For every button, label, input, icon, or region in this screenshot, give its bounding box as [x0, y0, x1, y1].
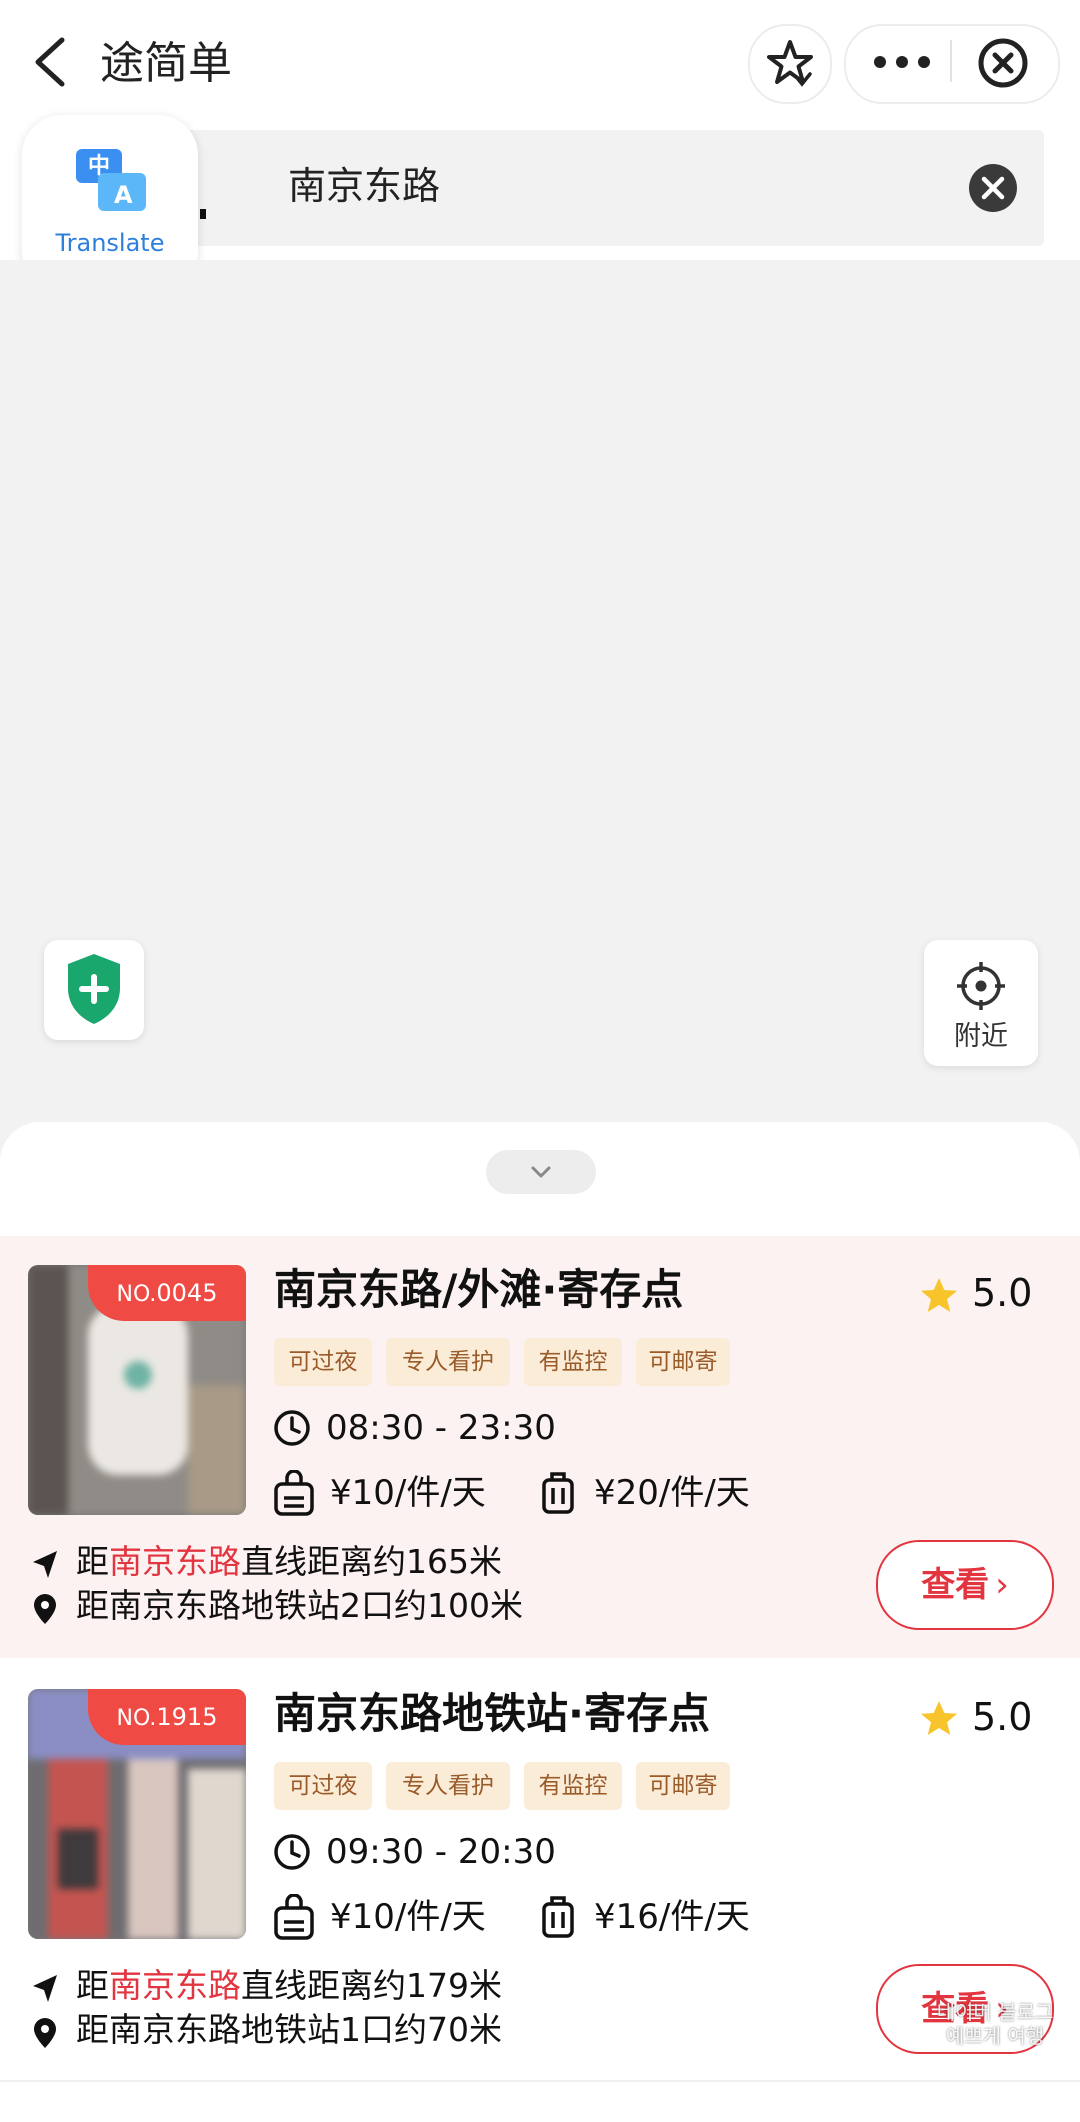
page-title: 途简单: [100, 38, 232, 89]
backpack-icon: [274, 1470, 314, 1516]
collapse-sheet-button[interactable]: [486, 1150, 596, 1194]
close-circle-icon: [978, 38, 1028, 88]
safety-button[interactable]: [44, 940, 144, 1040]
clock-icon: [274, 1410, 310, 1446]
distance-text: 距南京东路直线距离约165米: [76, 1538, 502, 1586]
rating-star-icon: [921, 1278, 957, 1312]
back-arrow-icon: [35, 37, 65, 87]
badge-prefix: NO.: [116, 1282, 157, 1307]
tag-overnight: 可过夜: [274, 1338, 372, 1386]
search-query-text[interactable]: 南京东路: [288, 158, 440, 214]
view-button-label: 查看: [921, 1565, 990, 1605]
badge-number: 1915: [156, 1703, 218, 1731]
nearby-label: 附近: [954, 1021, 1008, 1052]
navigation-arrow-icon: [33, 1551, 57, 1578]
translate-zh-a-icon: 中 A: [74, 143, 150, 219]
chevron-down-icon: [531, 1166, 551, 1178]
backpack-icon: [274, 1894, 314, 1940]
locate-crosshair-icon: [957, 962, 1005, 1010]
price-backpack: ¥10/件/天: [330, 1473, 486, 1513]
location-pin-icon: [34, 1594, 56, 1624]
translate-label: Translate: [55, 229, 165, 257]
badge-number: 0045: [156, 1279, 218, 1307]
tag-attendant: 专人看护: [386, 1338, 510, 1386]
opening-hours: 08:30 - 23:30: [326, 1408, 556, 1448]
translate-icon-zh: 中: [88, 154, 110, 179]
more-button[interactable]: [866, 40, 938, 84]
tag-mailing: 可邮寄: [636, 1762, 730, 1810]
rating-value: 5.0: [972, 1271, 1033, 1315]
nearby-button[interactable]: 附近: [924, 940, 1038, 1066]
chevron-right-icon: ›: [995, 1565, 1009, 1605]
store-number-badge: NO.0045: [88, 1265, 246, 1321]
tag-mailing: 可邮寄: [636, 1338, 730, 1386]
clock-icon: [274, 1834, 310, 1870]
star-outline-icon: [767, 40, 813, 87]
clear-search-button[interactable]: [968, 163, 1018, 213]
tag-overnight: 可过夜: [274, 1762, 372, 1810]
price-backpack: ¥10/件/天: [330, 1897, 486, 1937]
store-number-badge: NO.1915: [88, 1689, 246, 1745]
text-cursor: [200, 209, 206, 219]
distance-keyword: 南京东路: [109, 1542, 241, 1581]
translate-icon-a: A: [114, 181, 133, 209]
watermark-line-2: 예쁘게 여행: [945, 2024, 1045, 2048]
watermark-line-1: 네이버 블로그: [936, 2000, 1054, 2024]
metro-distance-text: 距南京东路地铁站2口约100米: [76, 1586, 523, 1625]
rating-star-icon: [921, 1701, 957, 1735]
view-button[interactable]: 查看 ›: [876, 1540, 1054, 1630]
store-name: 南京东路/外滩·寄存点: [274, 1265, 684, 1314]
store-name: 南京东路地铁站·寄存点: [274, 1689, 710, 1738]
card-divider: [0, 2080, 1080, 2082]
opening-hours: 09:30 - 20:30: [326, 1832, 556, 1872]
tag-cctv: 有监控: [524, 1762, 622, 1810]
distance-suffix: 直线距离约179米: [241, 1966, 502, 2005]
location-pin-icon: [34, 2018, 56, 2048]
clear-icon: [969, 164, 1017, 212]
back-button[interactable]: [24, 30, 84, 94]
more-dots-icon: [874, 56, 930, 68]
suitcase-icon: [542, 1472, 574, 1514]
badge-prefix: NO.: [116, 1706, 157, 1731]
capsule-divider: [950, 40, 952, 82]
shield-plus-icon: [68, 954, 120, 1024]
distance-keyword: 南京东路: [109, 1966, 241, 2005]
rating-value: 5.0: [972, 1695, 1033, 1739]
navigation-arrow-icon: [33, 1975, 57, 2002]
favorite-button[interactable]: [748, 24, 832, 104]
map-view[interactable]: [0, 260, 1080, 1120]
suitcase-icon: [542, 1896, 574, 1938]
distance-prefix: 距: [76, 1542, 109, 1581]
tag-attendant: 专人看护: [386, 1762, 510, 1810]
distance-prefix: 距: [76, 1966, 109, 2005]
distance-text: 距南京东路直线距离约179米: [76, 1962, 502, 2010]
price-suitcase: ¥20/件/天: [594, 1473, 750, 1513]
blog-watermark: 네이버 블로그 예쁘게 여행: [930, 2000, 1060, 2048]
distance-suffix: 直线距离约165米: [241, 1542, 502, 1581]
tag-cctv: 有监控: [524, 1338, 622, 1386]
close-button[interactable]: [972, 34, 1034, 92]
price-suitcase: ¥16/件/天: [594, 1897, 750, 1937]
metro-distance-text: 距南京东路地铁站1口约70米: [76, 2010, 502, 2049]
